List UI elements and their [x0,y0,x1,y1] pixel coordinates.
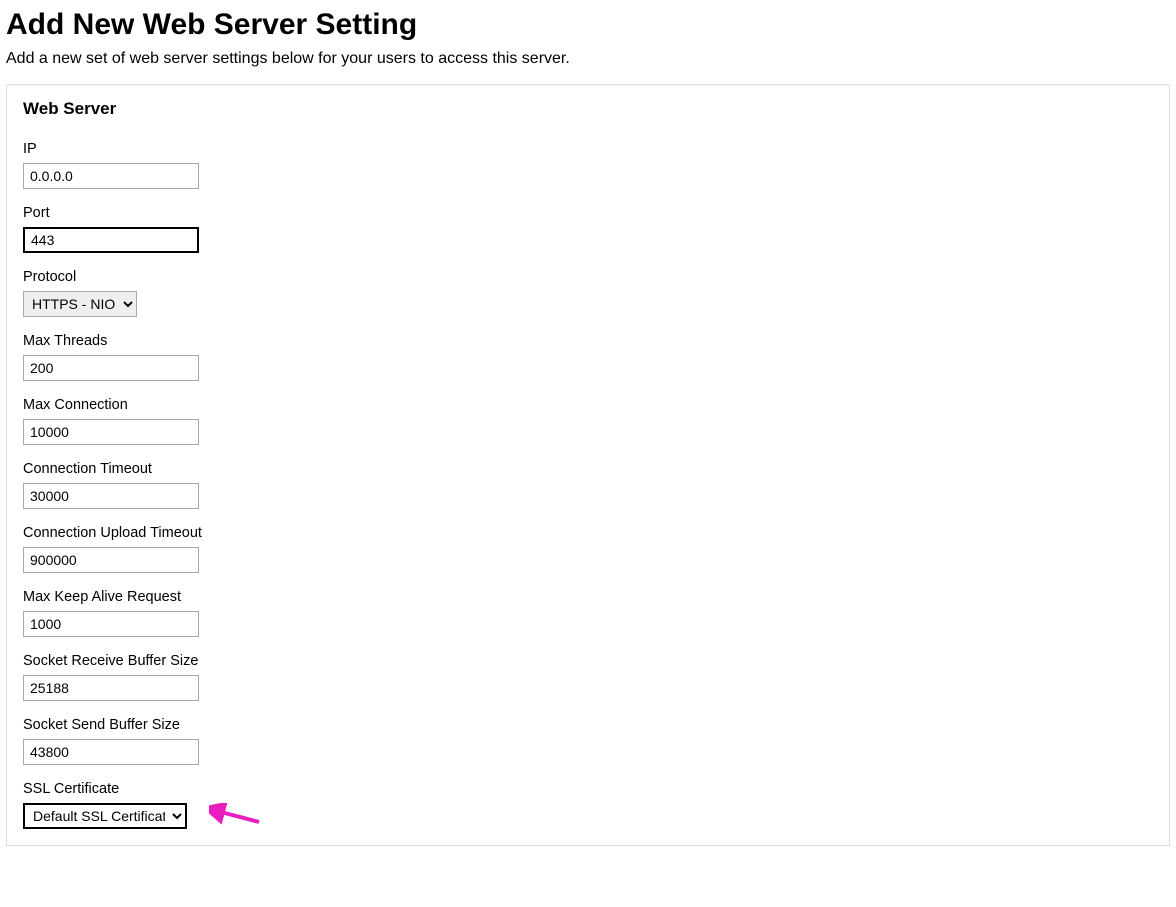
label-ssl-certificate: SSL Certificate [23,781,1153,797]
label-socket-receive-buffer-size: Socket Receive Buffer Size [23,653,1153,669]
label-connection-upload-timeout: Connection Upload Timeout [23,525,1153,541]
field-connection-upload-timeout: Connection Upload Timeout [23,525,1153,573]
field-socket-receive-buffer-size: Socket Receive Buffer Size [23,653,1153,701]
field-max-keep-alive-request: Max Keep Alive Request [23,589,1153,637]
field-ip: IP [23,141,1153,189]
arrow-annotation-icon [209,803,263,827]
input-port[interactable] [23,227,199,253]
label-max-connection: Max Connection [23,397,1153,413]
input-connection-upload-timeout[interactable] [23,547,199,573]
page-title: Add New Web Server Setting [6,8,1170,42]
field-port: Port [23,205,1153,253]
input-connection-timeout[interactable] [23,483,199,509]
label-connection-timeout: Connection Timeout [23,461,1153,477]
field-max-connection: Max Connection [23,397,1153,445]
input-max-threads[interactable] [23,355,199,381]
label-ip: IP [23,141,1153,157]
field-protocol: Protocol HTTPS - NIO [23,269,1153,317]
field-ssl-certificate: SSL Certificate Default SSL Certificate [23,781,1153,829]
input-max-connection[interactable] [23,419,199,445]
field-max-threads: Max Threads [23,333,1153,381]
label-socket-send-buffer-size: Socket Send Buffer Size [23,717,1153,733]
web-server-panel: Web Server IP Port Protocol HTTPS - NIO … [6,84,1170,846]
label-max-threads: Max Threads [23,333,1153,349]
input-socket-receive-buffer-size[interactable] [23,675,199,701]
label-max-keep-alive-request: Max Keep Alive Request [23,589,1153,605]
input-socket-send-buffer-size[interactable] [23,739,199,765]
select-protocol[interactable]: HTTPS - NIO [23,291,137,317]
input-max-keep-alive-request[interactable] [23,611,199,637]
panel-title: Web Server [23,99,1153,119]
input-ip[interactable] [23,163,199,189]
label-protocol: Protocol [23,269,1153,285]
label-port: Port [23,205,1153,221]
field-socket-send-buffer-size: Socket Send Buffer Size [23,717,1153,765]
select-ssl-certificate[interactable]: Default SSL Certificate [23,803,187,829]
field-connection-timeout: Connection Timeout [23,461,1153,509]
page-subtitle: Add a new set of web server settings bel… [6,50,1170,68]
